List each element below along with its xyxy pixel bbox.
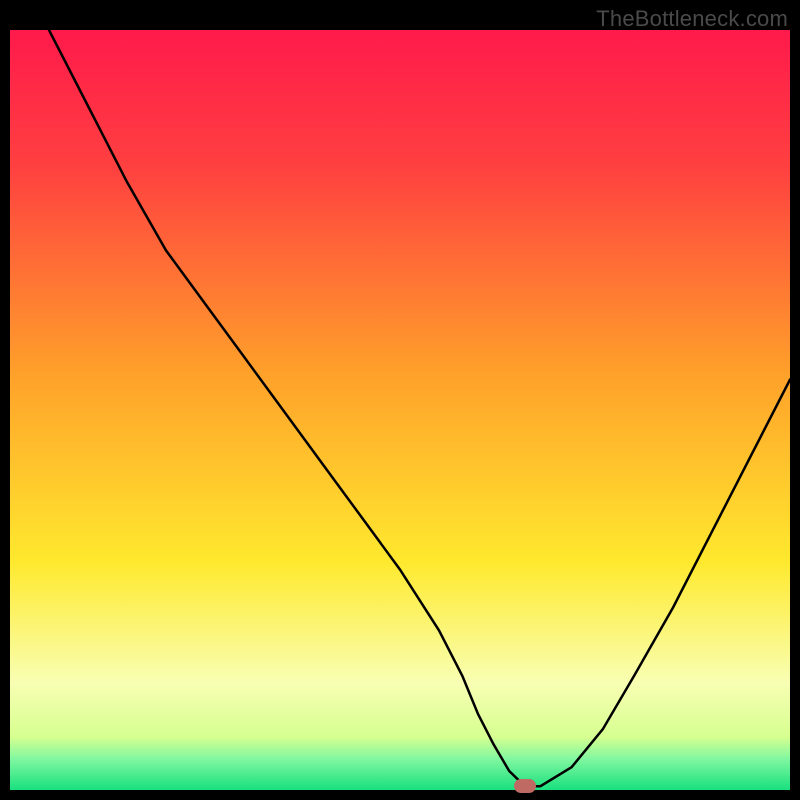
chart-frame	[10, 30, 790, 790]
bottleneck-chart	[10, 30, 790, 790]
attribution-text: TheBottleneck.com	[596, 6, 788, 32]
optimal-point-marker	[514, 779, 536, 793]
gradient-background	[10, 30, 790, 790]
